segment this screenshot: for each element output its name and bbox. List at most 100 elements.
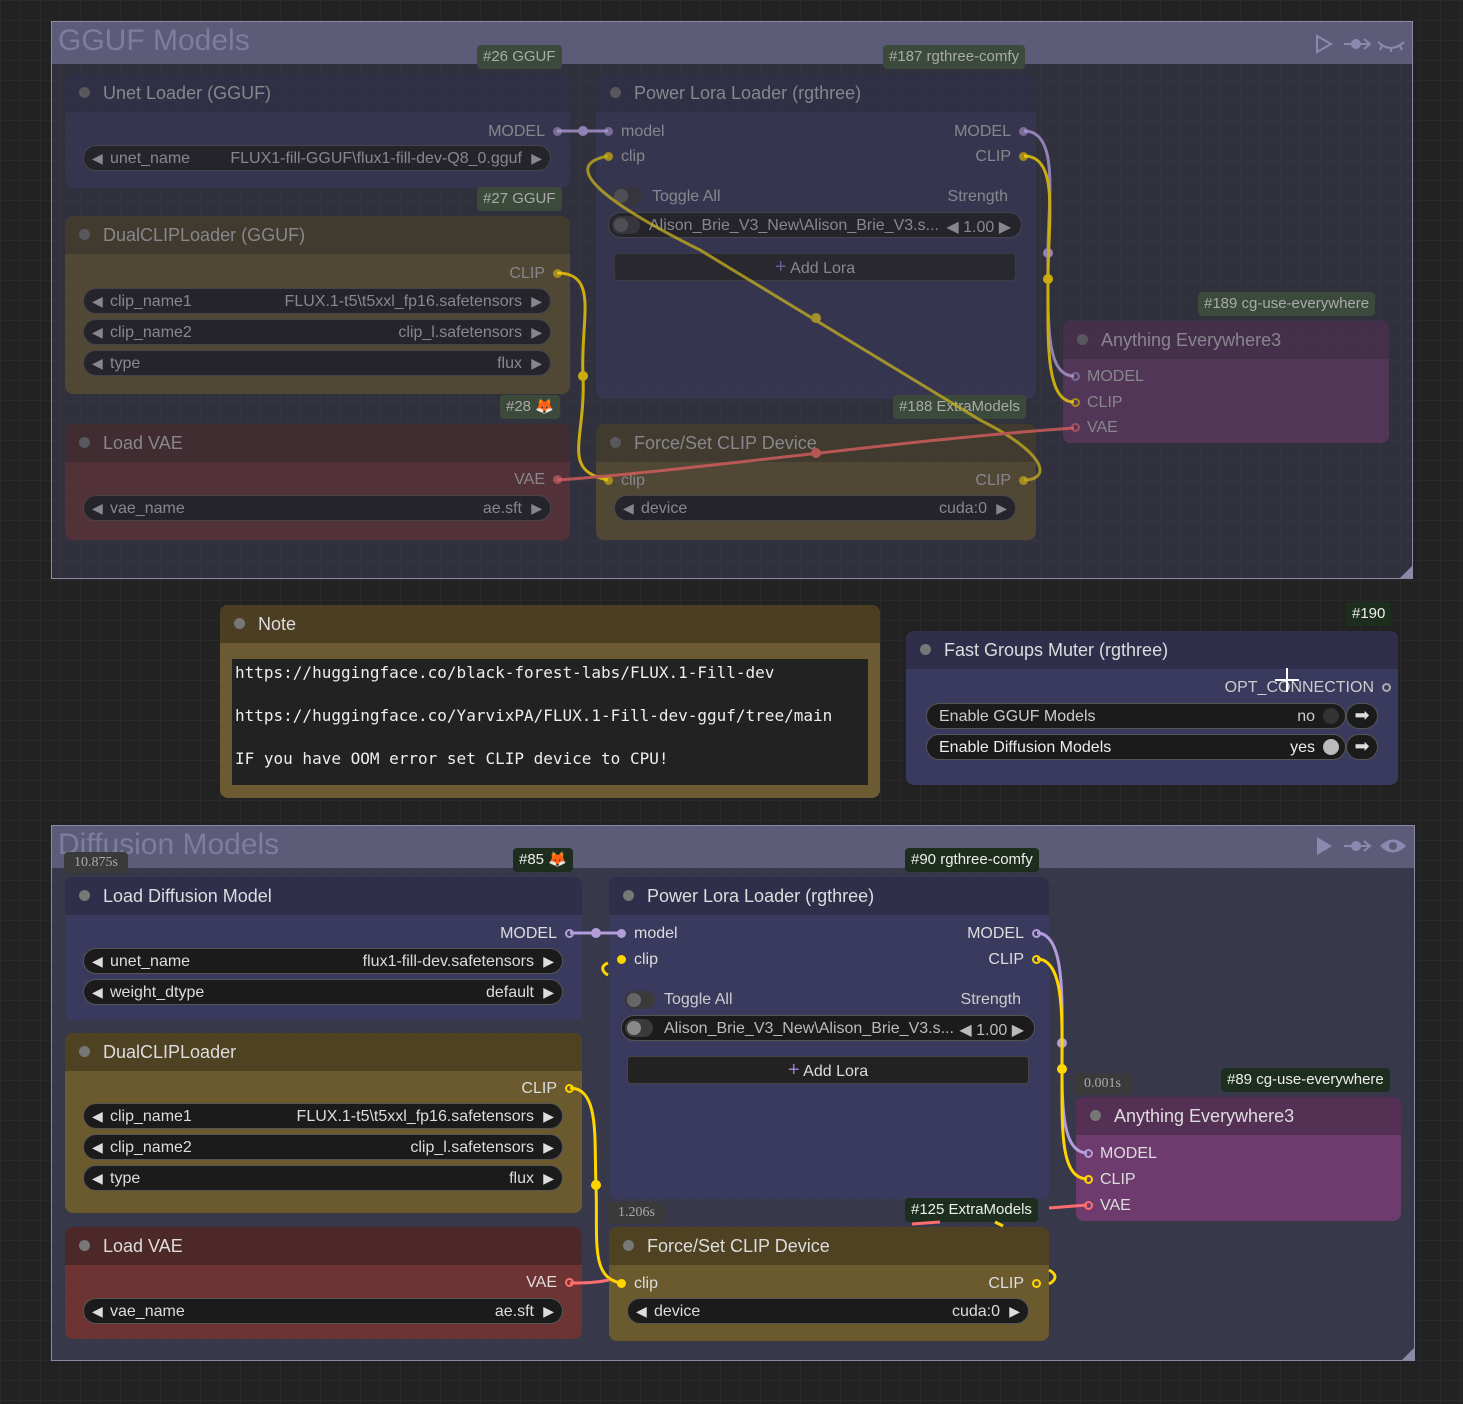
combo-next-icon[interactable]: ▶: [996, 500, 1007, 517]
node-power-lora-loader[interactable]: Power Lora Loader (rgthree) model clip M…: [609, 877, 1049, 1199]
input-pin-clip[interactable]: [604, 152, 613, 161]
combo-next-icon[interactable]: ▶: [531, 500, 542, 517]
output-pin-opt-connection[interactable]: [1382, 683, 1391, 692]
muter-row-gguf[interactable]: Enable GGUF Models no: [926, 703, 1346, 729]
collapse-dot[interactable]: [623, 1240, 634, 1251]
input-pin-clip[interactable]: [1071, 398, 1080, 407]
lora-row[interactable]: Alison_Brie_V3_New\Alison_Brie_V3.s... ◀…: [608, 212, 1022, 238]
output-pin-model[interactable]: [553, 127, 562, 136]
lora-row[interactable]: Alison_Brie_V3_New\Alison_Brie_V3.s... ◀…: [621, 1015, 1035, 1041]
collapse-dot[interactable]: [610, 437, 621, 448]
input-pin-model[interactable]: [604, 127, 613, 136]
combo-prev-icon[interactable]: ◀: [92, 500, 103, 517]
group-resize-handle[interactable]: [1402, 1348, 1414, 1360]
toggle-on-knob[interactable]: [1323, 739, 1339, 755]
group-header[interactable]: [52, 22, 1412, 64]
combo-prev-icon[interactable]: ◀: [92, 953, 103, 970]
output-pin-clip[interactable]: [1032, 1279, 1041, 1288]
bypass-icon[interactable]: [1342, 34, 1372, 54]
node-load-vae-gguf[interactable]: Load VAE VAE ◀ vae_name ae.sft ▶: [65, 424, 570, 540]
output-pin-vae[interactable]: [553, 475, 562, 484]
unet-name-combo[interactable]: ◀ unet_name flux1-fill-dev.safetensors ▶: [83, 948, 563, 974]
toggle-all-switch[interactable]: [612, 187, 642, 205]
add-lora-button[interactable]: + Add Lora: [627, 1056, 1029, 1084]
navigate-arrow-icon[interactable]: ➡: [1346, 734, 1378, 760]
combo-prev-icon[interactable]: ◀: [92, 984, 103, 1001]
vae-name-combo[interactable]: ◀ vae_name ae.sft ▶: [83, 1298, 563, 1324]
node-fast-groups-muter[interactable]: Fast Groups Muter (rgthree) OPT_CONNECTI…: [906, 631, 1398, 785]
output-pin-model[interactable]: [1032, 929, 1041, 938]
combo-next-icon[interactable]: ▶: [543, 1170, 554, 1187]
collapse-dot[interactable]: [610, 87, 621, 98]
type-combo[interactable]: ◀ type flux ▶: [83, 350, 551, 376]
collapse-dot[interactable]: [79, 87, 90, 98]
combo-next-icon[interactable]: ▶: [531, 150, 542, 167]
play-icon[interactable]: [1314, 34, 1334, 54]
combo-prev-icon[interactable]: ◀: [92, 1139, 103, 1156]
combo-next-icon[interactable]: ▶: [543, 984, 554, 1001]
combo-next-icon[interactable]: ▶: [531, 293, 542, 310]
output-pin-clip[interactable]: [565, 1084, 574, 1093]
node-load-diffusion-model[interactable]: Load Diffusion Model MODEL ◀ unet_name f…: [65, 877, 582, 1020]
combo-next-icon[interactable]: ▶: [531, 355, 542, 372]
input-pin-vae[interactable]: [1071, 423, 1080, 432]
bypass-icon[interactable]: [1342, 836, 1372, 856]
combo-next-icon[interactable]: ▶: [543, 1139, 554, 1156]
muter-row-diffusion[interactable]: Enable Diffusion Models yes: [926, 734, 1346, 760]
input-pin-clip[interactable]: [617, 955, 626, 964]
combo-prev-icon[interactable]: ◀: [92, 355, 103, 372]
combo-prev-icon[interactable]: ◀: [92, 324, 103, 341]
collapse-dot[interactable]: [79, 1046, 90, 1057]
collapse-dot[interactable]: [79, 1240, 90, 1251]
eye-closed-icon[interactable]: [1376, 34, 1406, 54]
node-power-lora-loader-gguf[interactable]: Power Lora Loader (rgthree) model clip M…: [596, 74, 1036, 399]
group-resize-handle[interactable]: [1400, 566, 1412, 578]
output-pin-clip[interactable]: [1019, 476, 1028, 485]
input-pin-clip[interactable]: [617, 1279, 626, 1288]
output-pin-clip[interactable]: [1019, 152, 1028, 161]
strength-increase-icon[interactable]: ▶: [1012, 1022, 1024, 1039]
unet-name-combo[interactable]: ◀ unet_name FLUX1-fill-GGUF\flux1-fill-d…: [83, 145, 551, 171]
strength-decrease-icon[interactable]: ◀: [959, 1022, 971, 1039]
collapse-dot[interactable]: [79, 229, 90, 240]
clip-name2-combo[interactable]: ◀ clip_name2 clip_l.safetensors ▶: [83, 319, 551, 345]
eye-icon[interactable]: [1378, 835, 1408, 857]
collapse-dot[interactable]: [234, 618, 245, 629]
clip-name1-combo[interactable]: ◀ clip_name1 FLUX.1-t5\t5xxl_fp16.safete…: [83, 288, 551, 314]
output-pin-clip[interactable]: [553, 269, 562, 278]
input-pin-clip[interactable]: [604, 476, 613, 485]
input-pin-model[interactable]: [617, 929, 626, 938]
play-icon[interactable]: [1314, 835, 1334, 857]
device-combo[interactable]: ◀ device cuda:0 ▶: [614, 495, 1016, 521]
weight-dtype-combo[interactable]: ◀ weight_dtype default ▶: [83, 979, 563, 1005]
output-pin-model[interactable]: [565, 929, 574, 938]
add-lora-button[interactable]: + Add Lora: [614, 253, 1016, 281]
toggle-all-switch[interactable]: [625, 991, 655, 1009]
node-dualcliploader-gguf[interactable]: DualCLIPLoader (GGUF) CLIP ◀ clip_name1 …: [65, 216, 570, 394]
device-combo[interactable]: ◀ device cuda:0 ▶: [627, 1298, 1029, 1324]
combo-next-icon[interactable]: ▶: [543, 1108, 554, 1125]
collapse-dot[interactable]: [623, 890, 634, 901]
input-pin-model[interactable]: [1084, 1149, 1093, 1158]
collapse-dot[interactable]: [1090, 1110, 1101, 1121]
combo-prev-icon[interactable]: ◀: [623, 500, 634, 517]
type-combo[interactable]: ◀ type flux ▶: [83, 1165, 563, 1191]
input-pin-vae[interactable]: [1084, 1201, 1093, 1210]
input-pin-clip[interactable]: [1084, 1175, 1093, 1184]
node-unet-loader-gguf[interactable]: Unet Loader (GGUF) MODEL ◀ unet_name FLU…: [65, 74, 570, 188]
collapse-dot[interactable]: [79, 437, 90, 448]
combo-next-icon[interactable]: ▶: [543, 953, 554, 970]
node-note[interactable]: Note https://huggingface.co/black-forest…: [220, 605, 880, 798]
combo-prev-icon[interactable]: ◀: [92, 1108, 103, 1125]
node-force-clip-device-gguf[interactable]: Force/Set CLIP Device clip CLIP ◀ device…: [596, 424, 1036, 540]
toggle-off-knob[interactable]: [1323, 708, 1339, 724]
output-pin-clip[interactable]: [1032, 955, 1041, 964]
node-header[interactable]: [220, 605, 880, 643]
collapse-dot[interactable]: [1077, 334, 1088, 345]
node-load-vae[interactable]: Load VAE VAE ◀ vae_name ae.sft ▶: [65, 1227, 582, 1339]
node-force-clip-device[interactable]: Force/Set CLIP Device clip CLIP ◀ device…: [609, 1227, 1049, 1341]
node-anything-everywhere-gguf[interactable]: Anything Everywhere3 MODEL CLIP VAE: [1063, 321, 1389, 443]
combo-prev-icon[interactable]: ◀: [636, 1303, 647, 1320]
combo-next-icon[interactable]: ▶: [1009, 1303, 1020, 1320]
vae-name-combo[interactable]: ◀ vae_name ae.sft ▶: [83, 495, 551, 521]
